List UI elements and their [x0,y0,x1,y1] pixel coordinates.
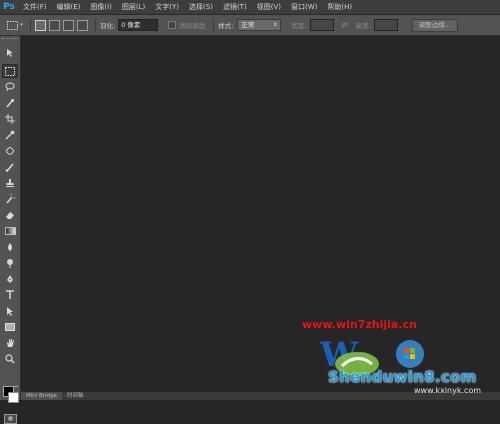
feather-input[interactable]: 0 像素 [118,19,159,31]
add-to-selection-button[interactable] [49,19,60,31]
tab-mini-bridge[interactable]: Mini Bridge [21,392,62,400]
menu-select[interactable]: 选择(S) [184,2,218,12]
gradient-icon[interactable] [2,224,18,238]
new-selection-button[interactable] [35,19,46,31]
width-input[interactable] [309,19,334,31]
tools-panel: ↔ [0,36,21,424]
photoshop-logo[interactable]: Ps [0,0,18,14]
panel-grip[interactable] [2,38,18,41]
eyedropper-icon[interactable] [2,128,18,142]
menu-window[interactable]: 窗口(W) [286,2,322,12]
menu-help[interactable]: 帮助(H) [322,2,357,12]
menu-edit[interactable]: 编辑(E) [52,2,86,12]
rectangle-shape-icon[interactable] [2,320,18,334]
spot-healing-icon[interactable] [2,144,18,158]
brush-icon[interactable] [2,160,18,174]
menu-bar: Ps 文件(F) 编辑(E) 图像(I) 图层(L) 文字(Y) 选择(S) 滤… [0,0,500,15]
type-icon[interactable] [2,288,18,302]
tab-timeline[interactable]: 时间轴 [62,392,89,400]
menu-filter[interactable]: 滤镜(T) [218,2,252,12]
antialias-label: 消除锯齿 [179,22,206,30]
menu-type[interactable]: 文字(Y) [150,2,184,12]
chevron-updown-icon: ⇕ [273,22,278,28]
menu-image[interactable]: 图像(I) [85,2,117,12]
hand-icon[interactable] [2,336,18,350]
eraser-icon[interactable] [2,208,18,222]
move-icon[interactable] [2,46,18,60]
refine-edge-button[interactable]: 调整边缘... [411,18,458,32]
path-selection-icon[interactable] [2,304,18,318]
height-input[interactable] [373,19,398,31]
quick-selection-icon[interactable] [2,96,18,110]
rect-marquee-icon [7,20,19,30]
history-brush-icon[interactable] [2,192,18,206]
feather-label: 羽化: [100,22,116,30]
lasso-icon[interactable] [2,80,18,94]
watermark-url-1: www.win7zhijia.cn [302,318,417,331]
zoom-icon[interactable] [2,352,18,366]
style-select[interactable]: 正常 ⇕ [237,19,282,31]
style-label: 样式: [218,22,234,30]
divider [30,19,31,31]
watermark-url-3: www.kxinyk.com [414,386,482,395]
background-color-swatch[interactable] [8,392,19,403]
height-label: 高度: [355,22,371,30]
quick-mask-icon[interactable] [4,414,17,424]
crop-icon[interactable] [2,112,18,126]
divider [95,19,96,31]
subtract-from-selection-button[interactable] [63,19,74,31]
swap-icon[interactable]: ⇄ [342,21,348,29]
clone-stamp-icon[interactable] [2,176,18,190]
swap-colors-icon[interactable]: ↔ [14,384,18,390]
blur-icon[interactable] [2,240,18,254]
pen-icon[interactable] [2,272,18,286]
chevron-down-icon: ▾ [20,22,23,28]
tool-preset-picker[interactable]: ▾ [4,18,26,32]
antialias-checkbox[interactable] [168,21,177,29]
menu-layer[interactable]: 图层(L) [117,2,150,12]
menu-file[interactable]: 文件(F) [18,2,52,12]
dodge-icon[interactable] [2,256,18,270]
watermark: www.win7zhijia.cn W e Shenduwin8.com www… [302,318,498,398]
menu-view[interactable]: 视图(V) [252,2,286,12]
width-label: 宽度: [291,22,307,30]
rect-marquee-icon[interactable] [2,64,18,78]
divider [213,19,215,31]
options-bar: ▾ 羽化: 0 像素 消除锯齿 样式: 正常 ⇕ 宽度: ⇄ 高度: 调整边缘.… [0,15,500,36]
style-value: 正常 [241,21,255,29]
intersect-selection-button[interactable] [77,19,88,31]
watermark-url-2: Shenduwin8.com [328,368,477,386]
